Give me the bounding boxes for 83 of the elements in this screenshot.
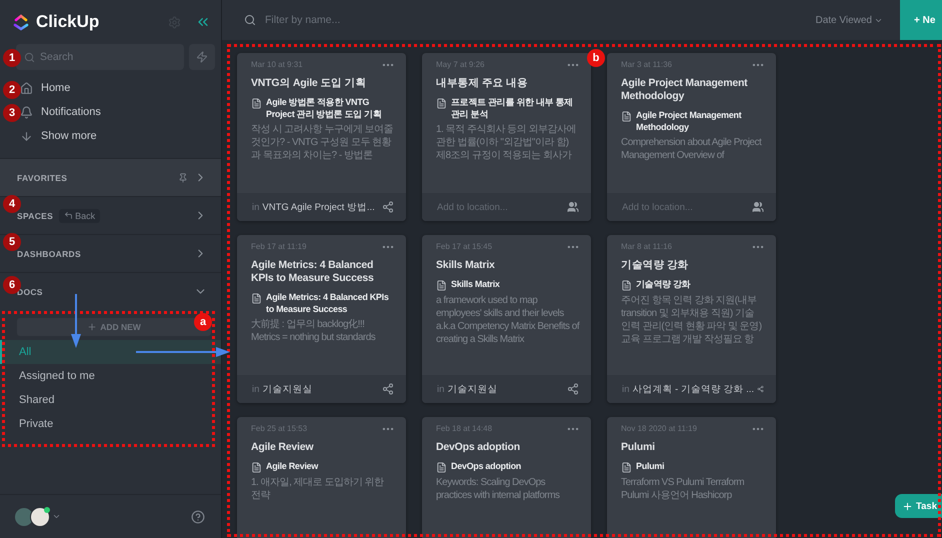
caret-icon[interactable] [52,512,61,521]
filter-item[interactable]: All [0,340,221,364]
doc-link[interactable]: Agile Review [266,460,318,472]
card-preview: Comprehension about Agile Project Management Overview of [621,136,763,162]
back-button[interactable]: Back [59,208,100,222]
nav-item[interactable]: Show more [20,124,221,148]
doc-link[interactable]: Agile Metrics: 4 Balanced KPIs to Measure Success [266,291,395,315]
location-link[interactable]: 사업계획 - 기술역량 강화 ... [632,382,754,396]
search-field[interactable]: Search [16,44,184,70]
doc-link[interactable]: 기술역량 강화 [636,278,690,290]
document-icon [251,462,262,473]
card-title: Pulumi [621,441,656,454]
card-preview: a framework used to map employees' skills and their levels a.k.a Competency Matrix Benefits of creating a Skills Matrix [436,294,580,346]
avatar[interactable] [30,506,50,526]
card-title: Skills Matrix [436,259,496,272]
filter-item[interactable]: Private [0,412,221,436]
nav-item[interactable]: Notifications [20,100,221,124]
people-icon[interactable] [567,201,579,213]
lightning-button[interactable] [189,44,215,70]
card-preview: 1. 애자일, 제대로 도입하기 위한 전략 [251,476,385,502]
search-icon [244,14,256,26]
location-prefix: in [437,384,444,394]
document-icon [621,111,632,122]
share-icon[interactable] [567,383,579,395]
card-preview: Terraform VS Pulumi Terraform Pulumi 사용언어 Hashicorp [621,476,746,502]
filter-item[interactable]: Shared [0,388,221,412]
document-icon [621,462,632,473]
card-preview: Keywords: Scaling DevOps practices with internal platforms [436,476,561,502]
home-icon [20,82,33,94]
document-icon [436,462,447,473]
arrow-down-icon [20,130,33,142]
sort-dropdown[interactable]: Date Viewed [805,14,893,26]
section-label[interactable]: SPACES [17,210,54,220]
avatar[interactable] [14,506,34,526]
share-icon[interactable] [757,383,764,395]
filter-item[interactable]: Assigned to me [0,364,221,388]
location-prefix: in [252,384,260,394]
share-icon[interactable] [382,383,394,395]
card-title: VNTG의 Agile 도입 기획 [251,77,368,90]
location-prefix: in [622,384,630,394]
document-icon [436,98,447,109]
letter-badge: b [587,49,605,67]
card-title: Agile Review [251,441,314,454]
location-link[interactable]: VNTG Agile Project 방법... [262,200,379,214]
card-title: Agile Metrics: 4 Balanced KPIs to Measure Success [251,259,375,285]
people-icon[interactable] [752,201,764,213]
filter-field[interactable]: Filter by name... [263,13,463,27]
card-preview: 주어진 항목 인력 강화 지원(내부 transition 및 외부채용 직원) 기술 인력 관리(인력 현황 파악 및 운영) 교육 프로그램 개발 작성필요 항 [621,294,763,346]
plus-icon [902,500,914,512]
doc-link[interactable]: 프로젝트 관리를 위한 내부 통제 관리 분석 [451,96,580,120]
logo-icon [12,13,30,31]
card-title: 내부통제 주요 내용 [436,77,529,90]
back-icon [64,211,74,220]
pin-icon[interactable] [178,172,188,182]
doc-link[interactable]: Skills Matrix [451,278,500,290]
bell-icon [20,106,33,118]
share-icon[interactable] [382,201,394,213]
doc-link[interactable]: Agile Project Management Methodology [636,109,765,133]
section-label[interactable]: FAVORITES [17,172,68,182]
doc-link[interactable]: Agile 방법론 적용한 VNTG Project 관리 방법론 도입 기획 [266,96,395,120]
plus-icon [87,322,98,332]
card-title: DevOps adoption [436,441,521,454]
lightning-icon [196,51,208,63]
document-icon [436,280,447,291]
section-label[interactable]: DASHBOARDS [17,248,81,258]
document-icon [251,293,262,304]
help-icon[interactable] [191,510,205,524]
doc-link[interactable]: Pulumi [636,460,664,472]
card-title: 기술역량 강화 [621,259,690,272]
document-icon [251,98,262,109]
card-preview: 1. 목적 주식회사 등의 외부감사에 관한 법률(이하 "외감법"이라 함) 제8조의 규정이 적용되는 회사가 [436,123,577,162]
doc-link[interactable]: DevOps adoption [451,460,522,472]
document-icon [621,280,632,291]
section-header[interactable]: FAVORITES [0,158,221,196]
card-preview: 작성 시 고려사항 누구에게 보여줄 것인가? - VNTG 구성원 모두 현황과 목표와의 차이는? - 방법론 [251,123,394,162]
card-preview: 大前提 : 업무의 backlog化!!! Metrics = nothing but standards [251,318,376,344]
logo-text: ClickUp [36,12,100,32]
nav-item[interactable]: Home [20,76,221,100]
location-link[interactable]: 기술지원실 [262,382,379,396]
card-title: Agile Project Management Methodology [621,77,748,103]
location-link[interactable]: 기술지원실 [447,382,564,396]
arrow [71,294,81,348]
location-prefix: in [252,202,260,212]
